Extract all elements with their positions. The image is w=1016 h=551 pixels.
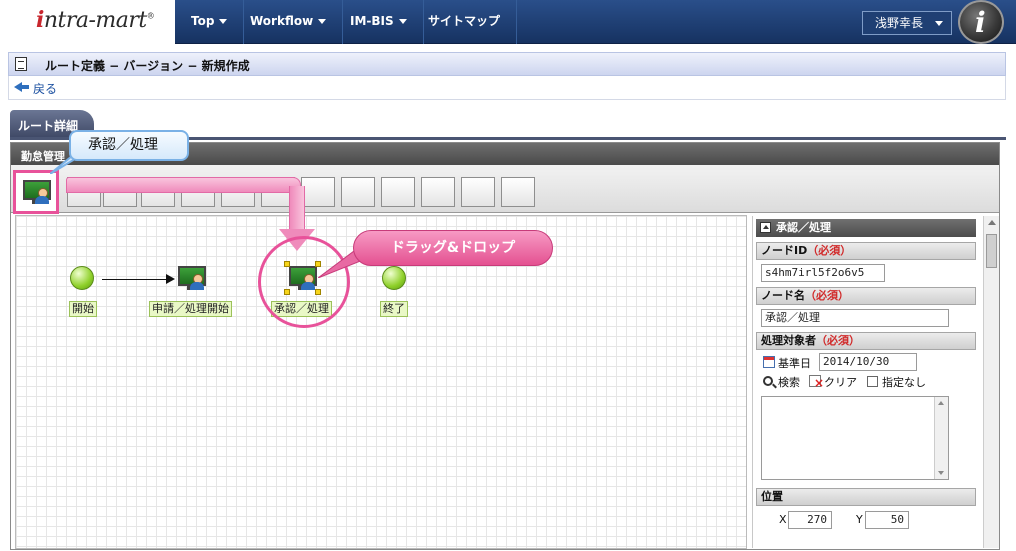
logo-text: intra-mart® <box>36 7 155 33</box>
start-node-label: 開始 <box>69 301 97 317</box>
panel-header[interactable]: 承認／処理 <box>756 219 976 237</box>
position-section: 位置 <box>756 488 976 506</box>
flow-connector[interactable] <box>102 279 168 280</box>
arrow-head-icon <box>166 274 175 284</box>
palette-window-icon[interactable] <box>501 177 535 207</box>
page-title: ルート定義 − バージョン − 新規作成 <box>45 59 250 73</box>
back-arrow-icon[interactable] <box>14 82 29 92</box>
end-node-label: 終了 <box>380 301 408 317</box>
textarea-scrollbar[interactable] <box>934 397 948 479</box>
x-field[interactable]: 270 <box>788 511 832 529</box>
chevron-down-icon <box>935 21 943 26</box>
target-section: 処理対象者（必須） <box>756 332 976 350</box>
palette-text-icon[interactable] <box>461 177 495 207</box>
palette-horizontal-icon[interactable] <box>341 177 375 207</box>
clear-link[interactable]: クリア <box>824 374 857 390</box>
panel-scrollbar[interactable] <box>983 216 999 548</box>
nav-workflow[interactable]: Workflow <box>234 0 344 44</box>
y-label: Y <box>856 513 863 526</box>
drag-path-horizontal <box>66 177 301 193</box>
back-bar: 戻る <box>8 76 1006 100</box>
unspecified-checkbox[interactable] <box>867 376 878 387</box>
apply-node-icon[interactable] <box>178 266 206 290</box>
palette-vertical-icon[interactable] <box>381 177 415 207</box>
search-icon[interactable] <box>763 376 773 386</box>
base-date-field[interactable]: 2014/10/30 <box>819 353 917 371</box>
chevron-down-icon <box>398 19 407 24</box>
intra-mart-logo[interactable]: intra-mart® <box>0 0 175 44</box>
palette-approve-process-icon[interactable] <box>13 170 59 214</box>
nav-sitemap[interactable]: サイトマップ <box>412 0 518 44</box>
user-menu[interactable]: 浅野幸長 <box>862 11 952 35</box>
nav-im-bis[interactable]: IM-BIS <box>334 0 424 44</box>
palette-fork-icon[interactable] <box>301 177 335 207</box>
collapse-icon[interactable] <box>760 222 771 233</box>
drag-drop-callout: ドラッグ&ドロップ <box>353 230 553 266</box>
search-link[interactable]: 検索 <box>778 374 800 390</box>
target-list-textarea[interactable] <box>761 396 949 480</box>
base-date-label: 基準日 <box>778 357 811 370</box>
chevron-down-icon <box>219 19 228 24</box>
calendar-icon[interactable] <box>763 356 775 368</box>
drag-path-vertical <box>289 186 305 230</box>
node-name-field[interactable]: 承認／処理 <box>761 309 949 327</box>
start-node-icon[interactable] <box>70 266 94 290</box>
top-navigation-bar: intra-mart® Top Workflow IM-BIS サイトマップ 浅… <box>0 0 1016 44</box>
page-title-bar: ルート定義 − バージョン − 新規作成 <box>8 52 1006 76</box>
scroll-thumb[interactable] <box>986 234 997 268</box>
node-id-field[interactable]: s4hm7irl5f2o6v5 <box>761 264 885 282</box>
unspecified-label: 指定なし <box>882 376 926 389</box>
end-node-icon[interactable] <box>382 266 406 290</box>
node-name-section: ノード名（必須） <box>756 287 976 305</box>
back-link[interactable]: 戻る <box>33 80 57 97</box>
document-icon <box>15 57 27 71</box>
property-panel: 承認／処理 ノードID（必須） s4hm7irl5f2o6v5 ノード名（必須）… <box>752 216 997 548</box>
tab-label: ルート詳細 <box>18 119 79 133</box>
tooltip-callout: 承認／処理 <box>69 130 189 161</box>
node-id-section: ノードID（必須） <box>756 242 976 260</box>
y-field[interactable]: 50 <box>865 511 909 529</box>
chevron-down-icon <box>318 19 327 24</box>
apply-node-label: 申請／処理開始 <box>149 301 232 317</box>
x-label: X <box>779 513 787 526</box>
approve-process-icon <box>23 180 51 204</box>
palette-database-icon[interactable] <box>421 177 455 207</box>
avatar[interactable]: i <box>958 0 1004 44</box>
scroll-up-icon[interactable] <box>988 220 996 225</box>
clear-icon[interactable] <box>809 375 824 388</box>
